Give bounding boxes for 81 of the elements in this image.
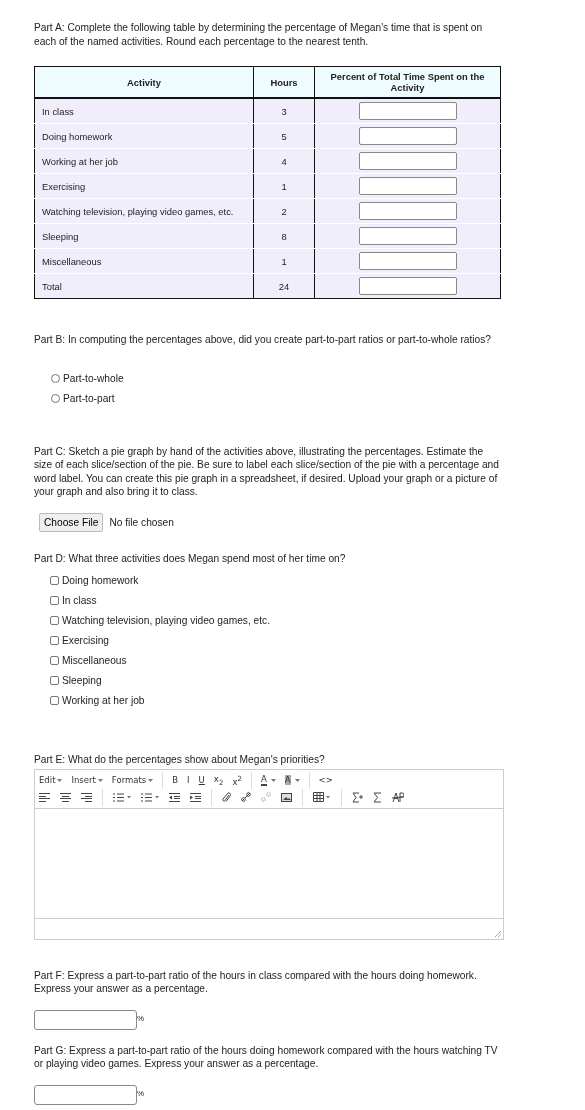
percent-sign: % xyxy=(137,1012,145,1023)
question-text: Part G: Express a part-to-part ratio of the hours doing homework compared with the hours watching TV or playing video games. Express your answer as a percentage. xyxy=(34,1043,499,1071)
input-field[interactable] xyxy=(358,152,457,170)
option-label: Doing homework xyxy=(62,575,139,586)
option-label: Miscellaneous xyxy=(62,655,127,666)
option-label: Watching television, playing video games, etc. xyxy=(62,615,270,626)
table-cell: In class xyxy=(34,98,254,124)
table-cell: Doing homework xyxy=(34,123,254,149)
option-label: Part-to-whole xyxy=(63,372,124,384)
align-center-icon[interactable] xyxy=(60,792,71,802)
indent-icon[interactable] xyxy=(190,792,201,802)
question-text: Part B: In computing the percentages above, did you create part-to-part ratios or part-to-whole ratios? xyxy=(34,333,492,347)
paperclip-icon[interactable] xyxy=(222,791,231,803)
format-button[interactable]: I xyxy=(187,775,190,785)
align-left-icon[interactable] xyxy=(39,792,50,802)
question-text: Part C: Sketch a pie graph by hand of the activities above, illustrating the percentages. Estimate the size of each slice/section of the pie. Be sure to label each slice/section of the pie with a percentage and word label. You can create this pie graph in a spreadsheet, if desired. Upload your graph or a picture of your graph and also bring it to class. xyxy=(34,444,500,499)
option-label: Working at her job xyxy=(62,695,145,706)
table-cell: Exercising xyxy=(34,173,254,199)
answer-field[interactable] xyxy=(34,1009,137,1030)
bullet-list-icon[interactable] xyxy=(113,792,131,802)
table-cell: Working at her job xyxy=(34,148,254,174)
format-button[interactable]: U xyxy=(198,775,205,785)
caret-icon[interactable] xyxy=(294,778,300,782)
checkbox[interactable] xyxy=(50,676,59,685)
equation-icon[interactable] xyxy=(352,791,363,803)
outdent-icon[interactable] xyxy=(169,792,180,802)
column-header: Hours xyxy=(253,66,315,98)
table-icon[interactable] xyxy=(313,792,331,802)
input-field[interactable] xyxy=(358,277,457,295)
input-field[interactable] xyxy=(358,177,457,195)
input-field[interactable] xyxy=(358,202,457,220)
percent-sign: % xyxy=(137,1087,145,1098)
source-code-button[interactable]: <> xyxy=(318,775,333,785)
option-label: Part-to-part xyxy=(63,392,115,404)
caret-icon[interactable] xyxy=(270,778,276,782)
input-field[interactable] xyxy=(358,227,457,245)
format-button[interactable]: x$^{2}$ xyxy=(232,773,242,787)
highlight-color-button[interactable]: A xyxy=(284,775,291,785)
question-text: Part D: What three activities does Megan spend most of her time on? xyxy=(34,551,347,565)
input-field[interactable] xyxy=(358,252,457,270)
checkbox[interactable] xyxy=(50,596,59,605)
checkbox[interactable] xyxy=(50,636,59,645)
checkbox[interactable] xyxy=(50,696,59,705)
question-text: Part F: Express a part-to-part ratio of the hours in class compared with the hours doing homework. Express your answer as a percentage. xyxy=(34,968,478,996)
option-label: In class xyxy=(62,595,97,606)
caret-icon[interactable] xyxy=(148,778,154,782)
column-header: Activity xyxy=(34,66,254,98)
menu-button[interactable]: Formats xyxy=(111,775,154,785)
radio-button[interactable] xyxy=(51,373,60,383)
table-cell: Sleeping xyxy=(34,223,254,249)
strikethrough-icon[interactable] xyxy=(392,791,404,803)
checkbox[interactable] xyxy=(50,616,59,625)
input-field[interactable] xyxy=(358,102,457,120)
caret-icon[interactable] xyxy=(57,778,63,782)
option-label: Exercising xyxy=(62,635,109,646)
menu-button[interactable]: Edit xyxy=(39,775,63,785)
column-header: Percent of Total Time Spent on the Activity xyxy=(314,66,501,98)
numbered-list-icon[interactable] xyxy=(141,792,159,802)
table-cell: Watching television, playing video games, etc. xyxy=(34,198,254,224)
radio-button[interactable] xyxy=(51,393,60,403)
menu-button[interactable]: Insert xyxy=(71,775,103,785)
link-icon[interactable] xyxy=(241,792,251,802)
text-color-button[interactable]: A xyxy=(260,774,267,786)
sigma-icon[interactable] xyxy=(373,791,382,803)
align-right-icon[interactable] xyxy=(81,792,92,802)
format-button[interactable]: B xyxy=(172,775,179,785)
image-icon[interactable] xyxy=(281,792,292,802)
checkbox[interactable] xyxy=(50,576,59,585)
table-cell: Total xyxy=(34,273,254,299)
option-label: Sleeping xyxy=(62,675,102,686)
file-status: No file chosen xyxy=(109,516,174,528)
input-field[interactable] xyxy=(358,127,457,145)
answer-field[interactable] xyxy=(34,1084,137,1105)
format-button[interactable]: x$_{2}$ xyxy=(213,773,224,787)
instructions-text: Part A: Complete the following table by determining the percentage of Megan's time that is spent on each of the named activities. Round each percentage to the nearest tenth. xyxy=(34,21,484,48)
resize-handle-icon[interactable] xyxy=(495,930,501,937)
checkbox[interactable] xyxy=(50,656,59,665)
table-cell: Miscellaneous xyxy=(34,248,254,274)
choose-file-button[interactable]: Choose File xyxy=(39,512,104,532)
question-text: Part E: What do the percentages show about Megan's priorities? xyxy=(34,753,326,767)
caret-icon[interactable] xyxy=(97,778,103,782)
